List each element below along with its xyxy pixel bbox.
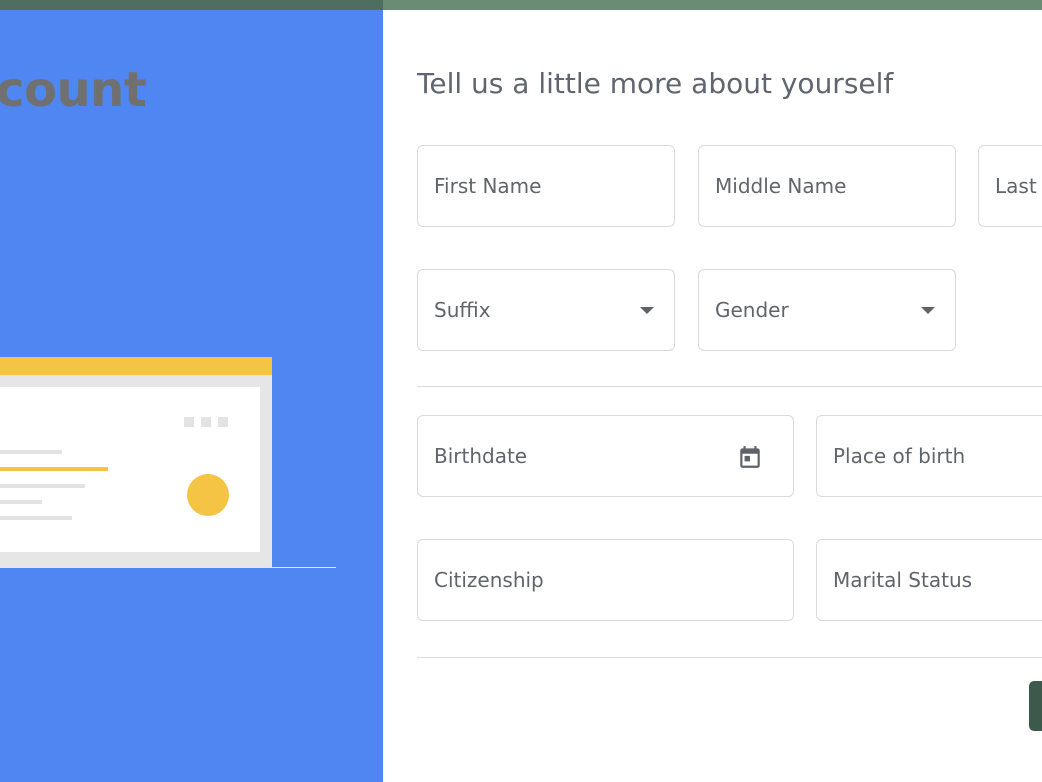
- illustration-line-accent: [0, 467, 108, 471]
- section-divider: [417, 386, 1042, 387]
- illustration-dot: [201, 417, 211, 427]
- illustration-dot: [184, 417, 194, 427]
- top-bar-left: [0, 0, 383, 10]
- top-bar: [0, 0, 1042, 10]
- chevron-down-icon: [921, 307, 935, 314]
- next-button[interactable]: [1029, 681, 1042, 731]
- place-of-birth-placeholder: Place of birth: [833, 444, 966, 468]
- birthdate-field[interactable]: Birthdate: [417, 415, 794, 497]
- section-divider: [417, 657, 1042, 658]
- suffix-select[interactable]: Suffix: [417, 269, 675, 351]
- account-illustration: [0, 357, 340, 577]
- illustration-window-titlebar: [0, 357, 272, 375]
- illustration-line: [0, 500, 42, 504]
- illustration-line: [0, 516, 72, 520]
- citizenship-field[interactable]: Citizenship: [417, 539, 794, 621]
- first-name-placeholder: First Name: [434, 174, 542, 198]
- last-name-placeholder: Last: [995, 174, 1037, 198]
- top-bar-right: [383, 0, 1042, 10]
- birthdate-placeholder: Birthdate: [434, 444, 528, 468]
- form-area: Tell us a little more about yourself Fir…: [383, 10, 1042, 782]
- illustration-line: [0, 450, 62, 454]
- place-of-birth-field[interactable]: Place of birth: [816, 415, 1042, 497]
- last-name-field[interactable]: Last: [978, 145, 1042, 227]
- illustration-line: [0, 484, 85, 488]
- first-name-field[interactable]: First Name: [417, 145, 675, 227]
- calendar-icon[interactable]: [737, 444, 763, 470]
- form-heading: Tell us a little more about yourself: [417, 67, 894, 100]
- illustration-avatar-circle: [187, 474, 229, 516]
- suffix-placeholder: Suffix: [434, 298, 491, 322]
- illustration-dot: [218, 417, 228, 427]
- gender-select[interactable]: Gender: [698, 269, 956, 351]
- chevron-down-icon: [640, 307, 654, 314]
- panel-title: er Account: [0, 62, 147, 118]
- middle-name-field[interactable]: Middle Name: [698, 145, 956, 227]
- marital-status-placeholder: Marital Status: [833, 568, 973, 592]
- citizenship-placeholder: Citizenship: [434, 568, 544, 592]
- gender-placeholder: Gender: [715, 298, 789, 322]
- illustration-base-line: [0, 567, 336, 568]
- left-panel: er Account: [0, 10, 383, 782]
- marital-status-field[interactable]: Marital Status: [816, 539, 1042, 621]
- middle-name-placeholder: Middle Name: [715, 174, 847, 198]
